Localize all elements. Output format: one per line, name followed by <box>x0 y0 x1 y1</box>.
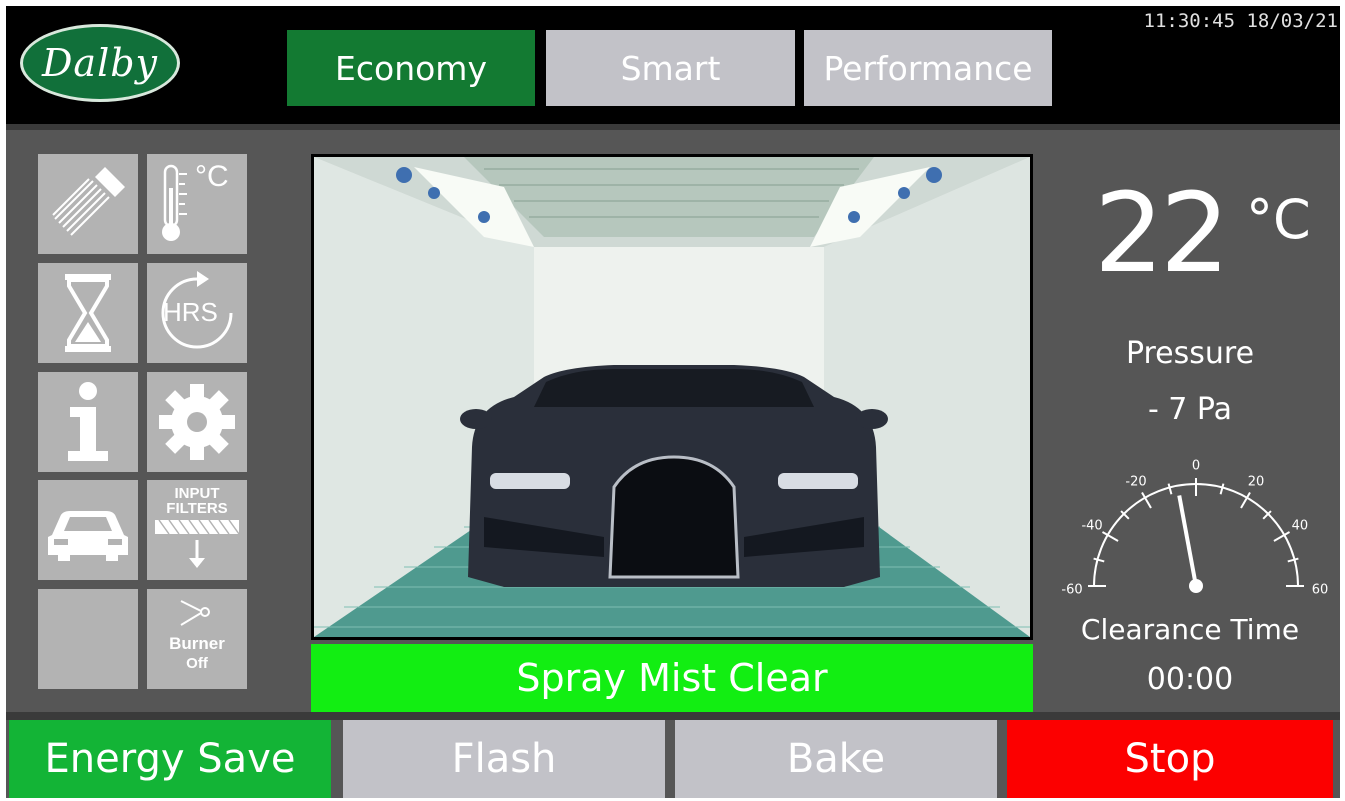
date-text: 18/03/21 <box>1246 10 1338 32</box>
info-button[interactable] <box>38 372 138 472</box>
burner-button[interactable]: Burner Off <box>147 589 247 689</box>
timer-button[interactable] <box>38 263 138 363</box>
gauge-hub <box>1189 579 1203 593</box>
gauge-tick-label: 20 <box>1248 475 1265 490</box>
gauge-tick <box>1167 483 1173 495</box>
burner-icon <box>180 600 210 626</box>
input-filters-button[interactable]: INPUT FILTERS <box>147 480 247 580</box>
gauge-tick <box>1219 483 1225 495</box>
dalby-logo: Dalby <box>20 24 180 102</box>
temperature-unit: °C <box>1246 188 1311 251</box>
booth-illustration <box>314 157 1030 637</box>
mode-performance-button[interactable]: Performance <box>804 30 1052 106</box>
bottom-divider <box>6 712 1340 720</box>
spray-booth-control-screen: Dalby Economy Smart Performance 11:30:45… <box>6 6 1340 798</box>
settings-button[interactable] <box>147 372 247 472</box>
status-bar: Spray Mist Clear <box>311 644 1033 712</box>
temperature-button[interactable]: °C <box>147 154 247 254</box>
gauge-tick-label: 40 <box>1292 519 1309 534</box>
gauge-tick <box>1093 557 1105 563</box>
header-bar: Dalby Economy Smart Performance 11:30:45… <box>6 6 1340 124</box>
time-text: 11:30:45 <box>1143 10 1236 32</box>
status-text: Spray Mist Clear <box>516 656 828 700</box>
celsius-label: °C <box>195 160 229 193</box>
settings-gear-icon <box>159 384 235 460</box>
pressure-value: - 7 Pa <box>1147 392 1233 427</box>
spray-booth-image <box>311 154 1033 640</box>
vehicle-button[interactable] <box>38 480 138 580</box>
input-filters-label-1: INPUT <box>174 485 220 502</box>
gauge-tick-label: -20 <box>1125 475 1146 490</box>
gauge-tick-label: 0 <box>1192 459 1200 474</box>
burner-label-1: Burner <box>169 634 225 653</box>
clearance-time-label: Clearance Time <box>1080 613 1300 646</box>
gauge-tick <box>1287 557 1299 563</box>
gauge-tick-label: 60 <box>1312 583 1329 598</box>
flash-button[interactable]: Flash <box>343 720 665 798</box>
bake-button[interactable]: Bake <box>675 720 997 798</box>
hours-counter-button[interactable]: HRS <box>147 263 247 363</box>
gauge-tick-label: -40 <box>1081 519 1102 534</box>
spray-button[interactable] <box>38 154 138 254</box>
datetime-readout: 11:30:45 18/03/21 <box>1144 10 1338 32</box>
header-divider <box>6 124 1340 130</box>
input-filters-label-2: FILTERS <box>166 500 228 517</box>
empty-tile <box>38 589 138 689</box>
mode-smart-button[interactable]: Smart <box>546 30 795 106</box>
mode-economy-button[interactable]: Economy <box>287 30 535 106</box>
spray-icon <box>52 167 125 236</box>
hourglass-icon <box>65 274 111 352</box>
gauge-arc <box>1093 483 1299 587</box>
info-icon <box>68 382 108 461</box>
energy-save-button[interactable]: Energy Save <box>9 720 331 798</box>
hrs-label: HRS <box>163 297 218 327</box>
clearance-time-value: 00:00 <box>1146 662 1234 697</box>
temperature-value: 22 <box>1094 169 1230 297</box>
gauge-tick-label: -60 <box>1061 583 1082 598</box>
temperature-readout: 22 °C <box>1094 178 1311 288</box>
burner-label-2: Off <box>186 655 208 672</box>
gauge-needle <box>1177 495 1198 587</box>
stop-button[interactable]: Stop <box>1007 720 1333 798</box>
input-filters-icon <box>155 519 240 568</box>
pressure-gauge: -60 -40 -20 0 20 40 60 <box>1061 459 1329 598</box>
pressure-label: Pressure <box>1125 336 1255 371</box>
car-icon <box>48 511 128 561</box>
